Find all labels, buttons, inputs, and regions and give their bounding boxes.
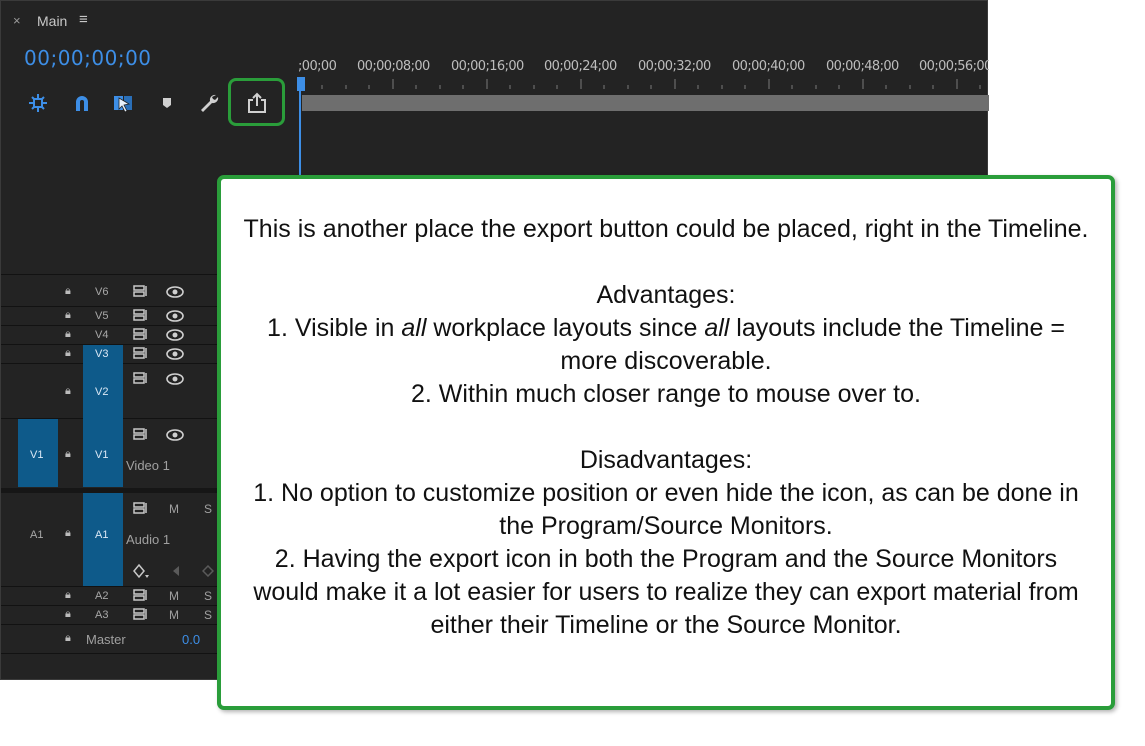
linked-selection-icon[interactable]: [111, 91, 135, 115]
panel-tab-bar: × Main ≡: [1, 1, 989, 41]
export-button-highlight: [228, 78, 285, 126]
close-tab-icon[interactable]: ×: [13, 13, 21, 28]
time-ruler[interactable]: ;00;00 00;00;08;00 00;00;16;00 00;00;24;…: [298, 59, 989, 89]
emphasis-all: all: [401, 314, 427, 342]
lock-icon[interactable]: 🔒︎: [65, 309, 71, 322]
track-divider: [1, 274, 221, 275]
lock-icon[interactable]: 🔒︎: [65, 527, 71, 540]
track-divider: [1, 605, 221, 606]
emphasis-all: all: [704, 314, 730, 342]
advantage-2: 2. Within much closer range to mouse ove…: [411, 380, 921, 408]
toggle-sync-lock-icon[interactable]: [133, 347, 149, 359]
eye-icon[interactable]: [166, 286, 184, 298]
track-label-v4: V4: [95, 329, 109, 341]
toggle-sync-lock-icon[interactable]: [133, 309, 149, 321]
eye-icon[interactable]: [166, 310, 184, 322]
lock-icon[interactable]: 🔒︎: [65, 347, 71, 360]
lock-icon[interactable]: 🔒︎: [65, 448, 71, 461]
lock-icon[interactable]: 🔒︎: [65, 589, 71, 602]
tab-main[interactable]: Main: [37, 13, 67, 29]
eye-icon[interactable]: [166, 329, 184, 341]
ruler-label: 00;00;16;00: [451, 59, 524, 74]
ruler-label: 00;00;56;00: [919, 59, 989, 74]
ruler-label: 00;00;32;00: [638, 59, 711, 74]
toggle-sync-lock-icon[interactable]: [133, 328, 149, 340]
snap-icon[interactable]: [26, 91, 50, 115]
track-divider: [1, 653, 221, 654]
lock-icon[interactable]: 🔒︎: [65, 385, 71, 398]
callout-text: This is another place the export button …: [243, 213, 1089, 642]
toggle-sync-lock-icon[interactable]: [133, 589, 149, 601]
ruler-label: ;00;00: [298, 59, 337, 74]
track-name-video-1[interactable]: Video 1: [126, 458, 170, 473]
toggle-sync-lock-icon[interactable]: [133, 372, 149, 384]
ruler-label: 00;00;24;00: [544, 59, 617, 74]
advantages-heading: Advantages:: [596, 281, 736, 309]
solo-button[interactable]: S: [204, 608, 212, 622]
advantage-1-part: workplace layouts since: [426, 314, 705, 342]
lock-icon[interactable]: 🔒︎: [65, 328, 71, 341]
work-area-bar[interactable]: [302, 95, 989, 111]
ruler-label: 00;00;40;00: [732, 59, 805, 74]
advantage-1-part: 1. Visible in: [267, 314, 402, 342]
add-keyframe-icon[interactable]: [202, 565, 214, 577]
annotation-callout: This is another place the export button …: [217, 175, 1115, 710]
track-label-v6: V6: [95, 286, 109, 298]
track-label-v5: V5: [95, 310, 109, 322]
toggle-sync-lock-icon[interactable]: [133, 428, 149, 440]
master-volume-value[interactable]: 0.0: [182, 632, 200, 647]
lock-icon[interactable]: 🔒︎: [65, 285, 71, 298]
ruler-label: 00;00;08;00: [357, 59, 430, 74]
eye-icon[interactable]: [166, 373, 184, 385]
wrench-icon[interactable]: [197, 91, 221, 115]
disadvantage-1: 1. No option to customize position or ev…: [253, 479, 1079, 540]
disadvantages-heading: Disadvantages:: [579, 446, 753, 474]
track-label-v1: V1: [95, 449, 109, 461]
disadvantage-2: 2. Having the export icon in both the Pr…: [253, 545, 1079, 639]
previous-keyframe-icon[interactable]: [171, 565, 181, 577]
track-label-a3: A3: [95, 609, 109, 621]
track-name-audio-1[interactable]: Audio 1: [126, 532, 170, 547]
ruler-ticks: [298, 79, 981, 89]
source-patch-a1[interactable]: A1: [30, 529, 43, 541]
source-patch-v1: V1: [30, 449, 44, 461]
eye-icon[interactable]: [166, 429, 184, 441]
advantage-1: 1. Visible in all workplace layouts sinc…: [243, 312, 1089, 378]
magnet-icon[interactable]: [70, 91, 94, 115]
mute-button[interactable]: M: [169, 502, 179, 516]
ruler-label: 00;00;48;00: [826, 59, 899, 74]
track-divider: [1, 306, 221, 307]
toggle-sync-lock-icon[interactable]: [133, 502, 149, 514]
track-divider: [1, 624, 221, 625]
panel-menu-icon[interactable]: ≡: [79, 11, 88, 28]
master-track-label: Master: [86, 632, 126, 647]
add-marker-icon[interactable]: [155, 91, 179, 115]
toggle-sync-lock-icon[interactable]: [133, 608, 149, 620]
solo-button[interactable]: S: [204, 589, 212, 603]
track-divider: [1, 586, 221, 587]
lock-icon[interactable]: 🔒︎: [65, 608, 71, 621]
playhead-timecode[interactable]: 00;00;00;00: [24, 46, 152, 70]
track-label-a1: A1: [95, 529, 109, 541]
track-label-v3: V3: [95, 348, 109, 360]
track-label-v2: V2: [95, 386, 109, 398]
solo-button[interactable]: S: [204, 502, 212, 516]
callout-intro: This is another place the export button …: [243, 215, 1089, 243]
playhead-line: [299, 89, 301, 189]
mute-button[interactable]: M: [169, 589, 179, 603]
toggle-sync-lock-icon[interactable]: [133, 285, 149, 297]
track-label-a2: A2: [95, 590, 109, 602]
lock-icon[interactable]: 🔒︎: [65, 632, 71, 645]
mute-button[interactable]: M: [169, 608, 179, 622]
eye-icon[interactable]: [166, 348, 184, 360]
keyframe-toggle-icon[interactable]: [132, 563, 150, 579]
track-divider: [1, 325, 221, 326]
